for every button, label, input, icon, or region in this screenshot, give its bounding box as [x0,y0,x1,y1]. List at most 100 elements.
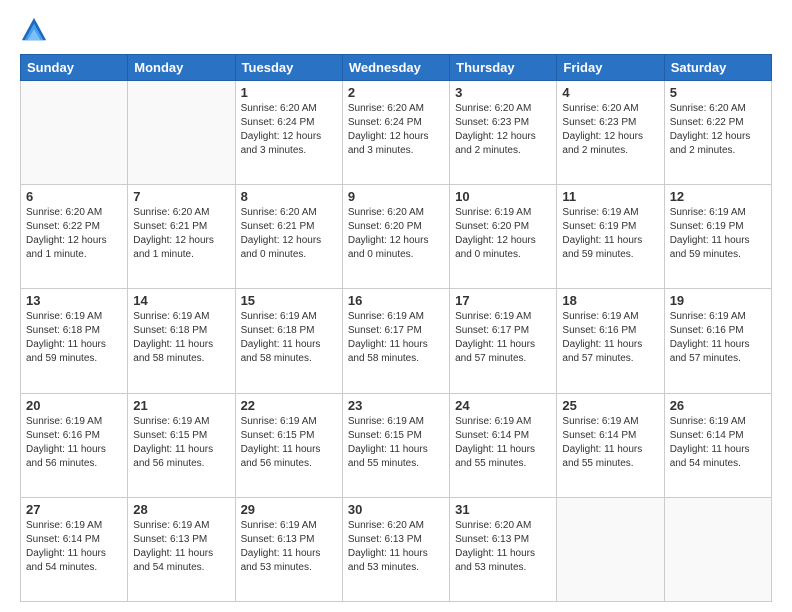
day-info: Sunrise: 6:19 AM Sunset: 6:15 PM Dayligh… [133,415,229,471]
day-cell: 14 Sunrise: 6:19 AM Sunset: 6:18 PM Dayli… [128,289,235,393]
day-cell: 19 Sunrise: 6:19 AM Sunset: 6:16 PM Dayli… [664,289,771,393]
day-info: Sunrise: 6:19 AM Sunset: 6:19 PM Dayligh… [562,206,658,262]
day-cell: 5 Sunrise: 6:20 AM Sunset: 6:22 PM Daylig… [664,81,771,185]
day-number: 26 [670,398,766,413]
week-row-5: 27Sunrise: 6:19 AM Sunset: 6:14 PM Dayli… [21,497,772,601]
day-number: 13 [26,293,122,308]
day-cell: 27Sunrise: 6:19 AM Sunset: 6:14 PM Dayli… [21,497,128,601]
day-number: 18 [562,293,658,308]
weekday-header-saturday: Saturday [664,55,771,81]
week-row-1: 1 Sunrise: 6:20 AM Sunset: 6:24 PM Daylig… [21,81,772,185]
day-number: 2 [348,85,444,100]
day-cell: 30 Sunrise: 6:20 AM Sunset: 6:13 PM Dayli… [342,497,449,601]
day-info: Sunrise: 6:20 AM Sunset: 6:13 PM Dayligh… [348,519,444,575]
day-cell: 6 Sunrise: 6:20 AM Sunset: 6:22 PM Daylig… [21,185,128,289]
day-number: 29 [241,502,337,517]
day-number: 23 [348,398,444,413]
day-number: 10 [455,189,551,204]
day-number: 7 [133,189,229,204]
weekday-header-tuesday: Tuesday [235,55,342,81]
day-cell: 31Sunrise: 6:20 AM Sunset: 6:13 PM Dayli… [450,497,557,601]
day-cell: 9 Sunrise: 6:20 AM Sunset: 6:20 PM Daylig… [342,185,449,289]
day-info: Sunrise: 6:19 AM Sunset: 6:17 PM Dayligh… [455,310,551,366]
day-number: 22 [241,398,337,413]
day-number: 6 [26,189,122,204]
day-info: Sunrise: 6:20 AM Sunset: 6:21 PM Dayligh… [241,206,337,262]
day-cell: 25 Sunrise: 6:19 AM Sunset: 6:14 PM Dayli… [557,393,664,497]
day-number: 4 [562,85,658,100]
day-number: 19 [670,293,766,308]
day-info: Sunrise: 6:20 AM Sunset: 6:22 PM Dayligh… [670,102,766,158]
day-info: Sunrise: 6:19 AM Sunset: 6:16 PM Dayligh… [26,415,122,471]
day-cell: 17 Sunrise: 6:19 AM Sunset: 6:17 PM Dayli… [450,289,557,393]
day-info: Sunrise: 6:19 AM Sunset: 6:13 PM Dayligh… [241,519,337,575]
day-cell: 29 Sunrise: 6:19 AM Sunset: 6:13 PM Dayli… [235,497,342,601]
day-cell: 4 Sunrise: 6:20 AM Sunset: 6:23 PM Daylig… [557,81,664,185]
day-number: 16 [348,293,444,308]
day-number: 1 [241,85,337,100]
day-cell: 13 Sunrise: 6:19 AM Sunset: 6:18 PM Dayli… [21,289,128,393]
weekday-header-row: SundayMondayTuesdayWednesdayThursdayFrid… [21,55,772,81]
day-cell: 26Sunrise: 6:19 AM Sunset: 6:14 PM Dayli… [664,393,771,497]
day-cell: 18 Sunrise: 6:19 AM Sunset: 6:16 PM Dayli… [557,289,664,393]
day-info: Sunrise: 6:19 AM Sunset: 6:14 PM Dayligh… [455,415,551,471]
day-number: 28 [133,502,229,517]
day-info: Sunrise: 6:20 AM Sunset: 6:22 PM Dayligh… [26,206,122,262]
day-number: 17 [455,293,551,308]
day-info: Sunrise: 6:20 AM Sunset: 6:23 PM Dayligh… [562,102,658,158]
day-cell: 8 Sunrise: 6:20 AM Sunset: 6:21 PM Daylig… [235,185,342,289]
day-info: Sunrise: 6:20 AM Sunset: 6:20 PM Dayligh… [348,206,444,262]
day-cell: 12 Sunrise: 6:19 AM Sunset: 6:19 PM Dayli… [664,185,771,289]
day-info: Sunrise: 6:19 AM Sunset: 6:15 PM Dayligh… [348,415,444,471]
page: SundayMondayTuesdayWednesdayThursdayFrid… [0,0,792,612]
day-cell: 7Sunrise: 6:20 AM Sunset: 6:21 PM Daylig… [128,185,235,289]
day-cell: 15 Sunrise: 6:19 AM Sunset: 6:18 PM Dayli… [235,289,342,393]
weekday-header-monday: Monday [128,55,235,81]
day-number: 12 [670,189,766,204]
day-cell: 20 Sunrise: 6:19 AM Sunset: 6:16 PM Dayli… [21,393,128,497]
day-cell: 2 Sunrise: 6:20 AM Sunset: 6:24 PM Daylig… [342,81,449,185]
logo-icon [20,16,48,44]
day-cell [21,81,128,185]
weekday-header-friday: Friday [557,55,664,81]
weekday-header-sunday: Sunday [21,55,128,81]
day-number: 27 [26,502,122,517]
day-info: Sunrise: 6:19 AM Sunset: 6:18 PM Dayligh… [133,310,229,366]
week-row-4: 20 Sunrise: 6:19 AM Sunset: 6:16 PM Dayli… [21,393,772,497]
day-info: Sunrise: 6:19 AM Sunset: 6:18 PM Dayligh… [26,310,122,366]
day-number: 20 [26,398,122,413]
day-number: 30 [348,502,444,517]
day-info: Sunrise: 6:19 AM Sunset: 6:17 PM Dayligh… [348,310,444,366]
day-info: Sunrise: 6:19 AM Sunset: 6:15 PM Dayligh… [241,415,337,471]
day-info: Sunrise: 6:19 AM Sunset: 6:19 PM Dayligh… [670,206,766,262]
day-number: 8 [241,189,337,204]
day-number: 3 [455,85,551,100]
day-number: 14 [133,293,229,308]
logo [20,16,50,44]
day-cell: 11Sunrise: 6:19 AM Sunset: 6:19 PM Dayli… [557,185,664,289]
day-info: Sunrise: 6:19 AM Sunset: 6:13 PM Dayligh… [133,519,229,575]
day-info: Sunrise: 6:20 AM Sunset: 6:13 PM Dayligh… [455,519,551,575]
weekday-header-thursday: Thursday [450,55,557,81]
weekday-header-wednesday: Wednesday [342,55,449,81]
day-info: Sunrise: 6:20 AM Sunset: 6:24 PM Dayligh… [348,102,444,158]
week-row-2: 6 Sunrise: 6:20 AM Sunset: 6:22 PM Daylig… [21,185,772,289]
day-info: Sunrise: 6:19 AM Sunset: 6:16 PM Dayligh… [562,310,658,366]
day-cell: 10 Sunrise: 6:19 AM Sunset: 6:20 PM Dayli… [450,185,557,289]
header [20,16,772,44]
day-number: 21 [133,398,229,413]
day-number: 5 [670,85,766,100]
day-info: Sunrise: 6:19 AM Sunset: 6:14 PM Dayligh… [562,415,658,471]
day-info: Sunrise: 6:19 AM Sunset: 6:20 PM Dayligh… [455,206,551,262]
day-number: 15 [241,293,337,308]
day-info: Sunrise: 6:19 AM Sunset: 6:16 PM Dayligh… [670,310,766,366]
day-cell: 24Sunrise: 6:19 AM Sunset: 6:14 PM Dayli… [450,393,557,497]
day-info: Sunrise: 6:20 AM Sunset: 6:23 PM Dayligh… [455,102,551,158]
week-row-3: 13 Sunrise: 6:19 AM Sunset: 6:18 PM Dayli… [21,289,772,393]
day-cell: 23 Sunrise: 6:19 AM Sunset: 6:15 PM Dayli… [342,393,449,497]
day-cell: 1Sunrise: 6:20 AM Sunset: 6:24 PM Daylig… [235,81,342,185]
day-number: 25 [562,398,658,413]
day-info: Sunrise: 6:19 AM Sunset: 6:18 PM Dayligh… [241,310,337,366]
day-number: 9 [348,189,444,204]
day-cell: 21 Sunrise: 6:19 AM Sunset: 6:15 PM Dayli… [128,393,235,497]
